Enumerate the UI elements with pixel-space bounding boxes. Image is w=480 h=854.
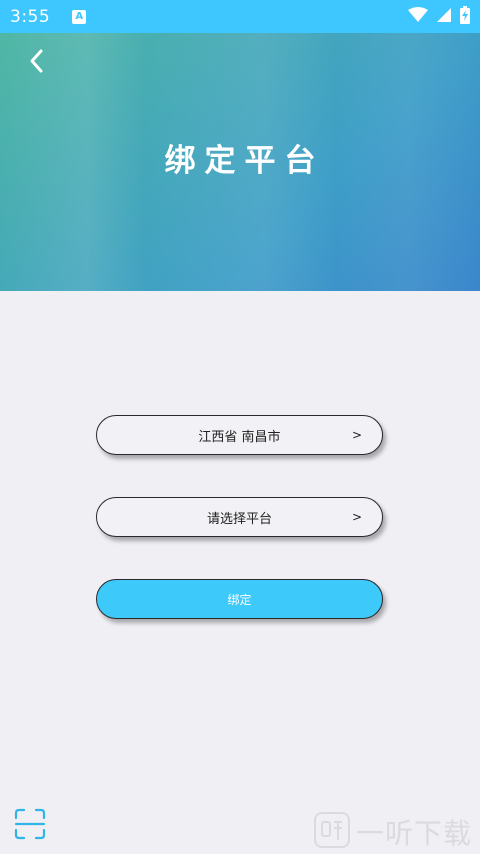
bind-button[interactable]: 绑定 xyxy=(96,579,383,619)
watermark-text: 一听下载 xyxy=(355,817,472,850)
bind-platform-screen: 3:55 A 绑定平台 江西省 南昌市 > 请选择平台 > 绑定 一听下载 xyxy=(0,0,480,854)
chevron-left-icon xyxy=(27,48,45,78)
platform-placeholder: 请选择平台 xyxy=(206,511,272,527)
back-button[interactable] xyxy=(22,49,50,77)
wifi-icon xyxy=(408,6,428,27)
yiting-logo-icon xyxy=(313,812,350,852)
page-title: 绑定平台 xyxy=(164,143,325,179)
header-banner: 绑定平台 xyxy=(0,33,480,291)
platform-selector[interactable]: 请选择平台 > xyxy=(96,497,383,537)
region-value: 江西省 南昌市 xyxy=(198,429,281,445)
signal-icon xyxy=(436,7,452,27)
status-bar: 3:55 A xyxy=(0,0,480,33)
battery-charging-icon xyxy=(460,5,470,28)
region-selector[interactable]: 江西省 南昌市 > xyxy=(96,415,383,455)
status-icons xyxy=(408,5,470,28)
watermark: 一听下载 xyxy=(313,812,472,852)
region-chevron: > xyxy=(351,428,362,442)
platform-chevron: > xyxy=(351,510,362,524)
bind-button-label: 绑定 xyxy=(227,592,252,607)
app-notification-icon: A xyxy=(72,9,87,24)
status-time: 3:55 xyxy=(10,6,51,27)
scan-button[interactable] xyxy=(14,808,46,840)
scan-icon xyxy=(14,808,46,844)
